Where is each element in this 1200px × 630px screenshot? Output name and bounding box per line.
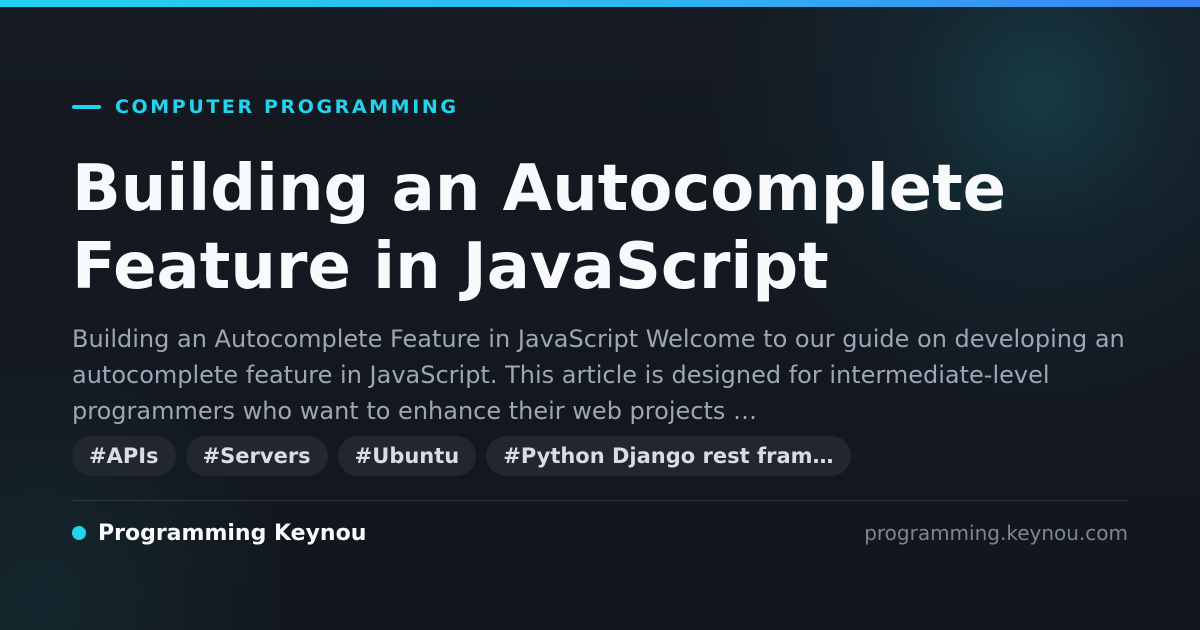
brand-dot-icon [72, 526, 86, 540]
site-domain: programming.keynou.com [864, 521, 1128, 545]
og-card: COMPUTER PROGRAMMING Building an Autocom… [0, 0, 1200, 630]
tag-apis: #APIs [72, 436, 176, 476]
article-description: Building an Autocomplete Feature in Java… [72, 325, 1125, 425]
tag-servers: #Servers [185, 436, 328, 476]
article-title: Building an Autocomplete Feature in Java… [72, 152, 1007, 304]
accent-bar [0, 0, 1200, 7]
category-eyebrow: COMPUTER PROGRAMMING [72, 96, 459, 118]
tag-python-django: #Python Django rest fram… [486, 436, 851, 476]
category-label: COMPUTER PROGRAMMING [115, 96, 459, 118]
site-name: Programming Keynou [98, 520, 367, 546]
tag-list: #APIs #Servers #Ubuntu #Python Django re… [72, 436, 851, 476]
tag-ubuntu: #Ubuntu [337, 436, 477, 476]
site-brand: Programming Keynou [72, 518, 366, 548]
footer-divider [72, 500, 1128, 501]
eyebrow-line [72, 105, 101, 109]
